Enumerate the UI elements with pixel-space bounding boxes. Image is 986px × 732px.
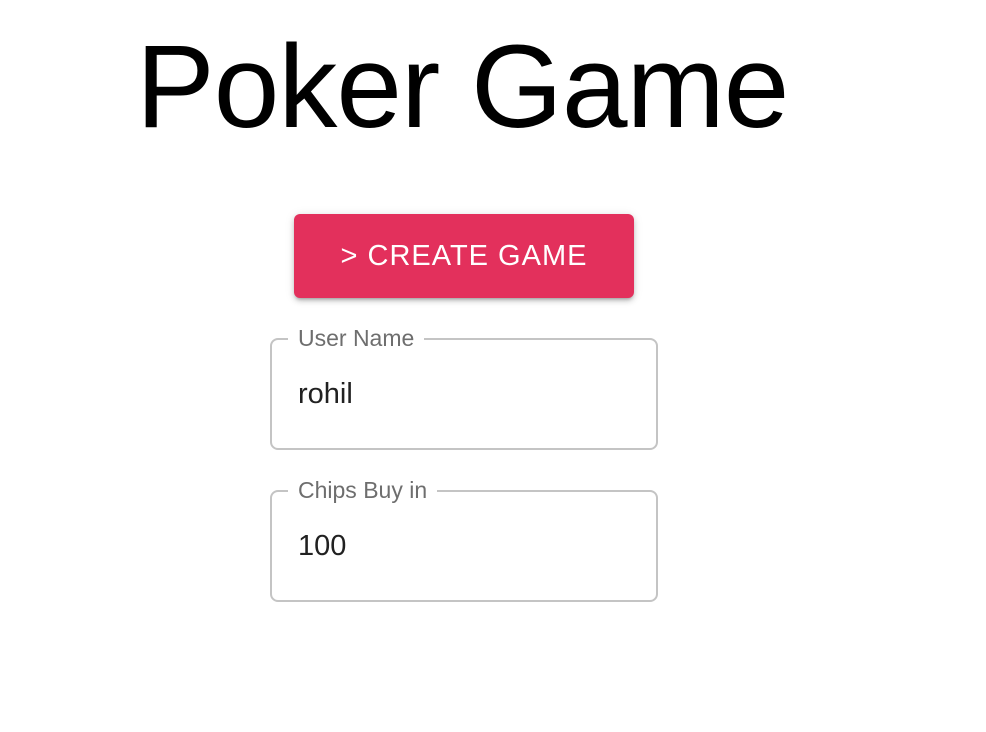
page-title: Poker Game <box>136 21 789 153</box>
user-name-field[interactable]: User Name <box>270 324 658 450</box>
user-name-input[interactable] <box>298 374 628 414</box>
poker-game-page: Poker Game > CREATE GAME User Name Chips… <box>0 0 986 732</box>
chips-buy-in-label: Chips Buy in <box>288 476 438 504</box>
chips-buy-in-field[interactable]: Chips Buy in <box>270 476 658 602</box>
user-name-label: User Name <box>288 324 425 352</box>
chips-buy-in-input[interactable] <box>298 526 628 566</box>
create-game-button[interactable]: > CREATE GAME <box>294 214 634 298</box>
